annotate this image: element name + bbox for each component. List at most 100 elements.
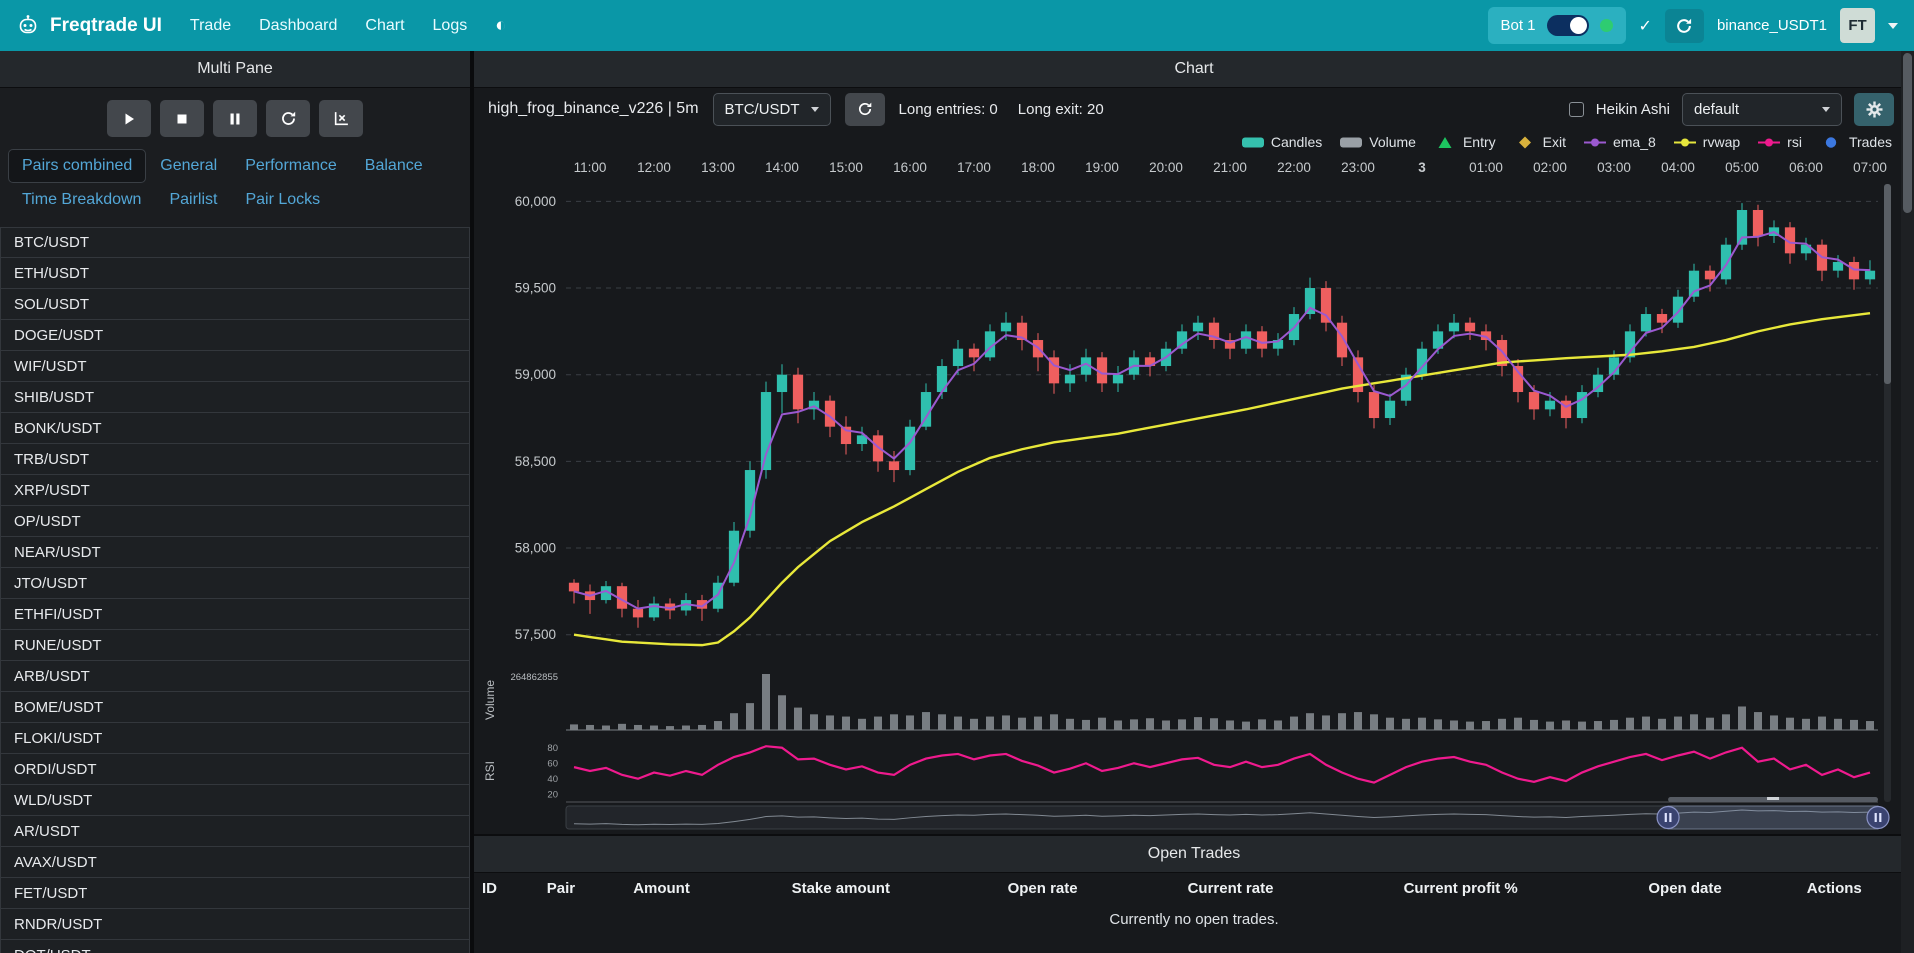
- pair-row[interactable]: ETH/USDT: [0, 258, 470, 289]
- pair-row[interactable]: ORDI/USDT: [0, 754, 470, 785]
- tab-pairlist[interactable]: Pairlist: [155, 183, 231, 217]
- long-exit-count: Long exit: 20: [1018, 101, 1104, 118]
- nav-link-chart[interactable]: Chart: [365, 17, 404, 35]
- pair-row[interactable]: SHIB/USDT: [0, 382, 470, 413]
- exit-marker-icon: [1513, 136, 1537, 149]
- svg-text:06:00: 06:00: [1789, 160, 1823, 175]
- pair-row[interactable]: NEAR/USDT: [0, 537, 470, 568]
- pair-row[interactable]: FET/USDT: [0, 878, 470, 909]
- multi-pane-header: Multi Pane: [0, 51, 470, 88]
- pair-row[interactable]: AR/USDT: [0, 816, 470, 847]
- column-open-date: Open date: [1640, 873, 1798, 904]
- nav-link-trade[interactable]: Trade: [190, 17, 231, 35]
- column-actions: Actions: [1799, 873, 1914, 904]
- reload-config-button[interactable]: [266, 100, 310, 137]
- start-bot-button[interactable]: [107, 100, 151, 137]
- legend-label: Trades: [1849, 134, 1892, 150]
- no-trades-message: Currently no open trades.: [474, 904, 1914, 935]
- legend-item-rvwap[interactable]: rvwap: [1673, 134, 1740, 150]
- pair-row[interactable]: TRB/USDT: [0, 444, 470, 475]
- plot-settings-button[interactable]: [1854, 93, 1894, 126]
- legend-item-volume[interactable]: Volume: [1339, 134, 1416, 150]
- chart-scrollbar-thumb[interactable]: [1884, 184, 1891, 384]
- multi-pane-tabs: Pairs combinedGeneralPerformanceBalance T…: [0, 147, 470, 227]
- open-trades-panel: Open Trades IDPairAmountStake amountOpen…: [474, 834, 1914, 953]
- signal-counts: Long entries: 0 Long exit: 20: [899, 101, 1104, 118]
- column-amount: Amount: [625, 873, 783, 904]
- refresh-chart-button[interactable]: [845, 93, 885, 126]
- pair-row[interactable]: AVAX/USDT: [0, 847, 470, 878]
- bot-selector[interactable]: Bot 1: [1488, 7, 1626, 44]
- theme-toggle-icon[interactable]: ◐: [495, 15, 506, 37]
- user-menu-caret-icon[interactable]: [1888, 23, 1898, 29]
- pair-row[interactable]: XRP/USDT: [0, 475, 470, 506]
- legend-item-ema_8[interactable]: ema_8: [1583, 134, 1656, 150]
- pair-select-value: BTC/USDT: [725, 101, 800, 118]
- chart-area[interactable]: 60,00059,50059,00058,50058,00057,50011:0…: [474, 154, 1914, 834]
- refresh-icon: [857, 101, 873, 117]
- tab-pairs-combined[interactable]: Pairs combined: [8, 149, 146, 183]
- legend-item-exit[interactable]: Exit: [1513, 134, 1566, 150]
- pair-row[interactable]: BONK/USDT: [0, 413, 470, 444]
- chart-toolbar-right: Heikin Ashi default: [1569, 93, 1900, 126]
- column-stake-amount: Stake amount: [784, 873, 1000, 904]
- window-scrollbar-thumb[interactable]: [1903, 53, 1912, 213]
- pair-row[interactable]: ARB/USDT: [0, 661, 470, 692]
- tab-time-breakdown[interactable]: Time Breakdown: [8, 183, 155, 217]
- pair-row[interactable]: RUNE/USDT: [0, 630, 470, 661]
- entry-marker-icon: [1433, 136, 1457, 149]
- heikin-ashi-checkbox[interactable]: [1569, 102, 1584, 117]
- svg-text:18:00: 18:00: [1021, 160, 1055, 175]
- pair-select[interactable]: BTC/USDT: [713, 93, 831, 126]
- tab-pair-locks[interactable]: Pair Locks: [231, 183, 334, 217]
- loop-icon: [280, 110, 297, 127]
- reload-bot-button[interactable]: [1665, 9, 1704, 43]
- navigator-handle-left[interactable]: [1657, 807, 1679, 829]
- nav-link-dashboard[interactable]: Dashboard: [259, 17, 337, 35]
- plot-config-select-value: default: [1694, 101, 1739, 118]
- legend-item-entry[interactable]: Entry: [1433, 134, 1496, 150]
- legend-label: rvwap: [1703, 134, 1740, 150]
- svg-text:264862855: 264862855: [510, 672, 558, 683]
- legend-item-candles[interactable]: Candles: [1241, 134, 1322, 150]
- bot-running-toggle[interactable]: [1547, 15, 1589, 36]
- forceexit-button[interactable]: [319, 100, 363, 137]
- plot-config-select[interactable]: default: [1682, 93, 1842, 126]
- chart-column: Chart high_frog_binance_v226 | 5m BTC/US…: [474, 51, 1914, 953]
- pair-row[interactable]: WIF/USDT: [0, 351, 470, 382]
- pair-row[interactable]: SOL/USDT: [0, 289, 470, 320]
- nav-link-logs[interactable]: Logs: [433, 17, 468, 35]
- tab-performance[interactable]: Performance: [231, 149, 351, 183]
- pair-row[interactable]: WLD/USDT: [0, 785, 470, 816]
- stop-bot-button[interactable]: [160, 100, 204, 137]
- user-avatar[interactable]: FT: [1840, 8, 1875, 43]
- pair-row[interactable]: JTO/USDT: [0, 568, 470, 599]
- svg-text:80: 80: [547, 743, 558, 754]
- pair-row[interactable]: RNDR/USDT: [0, 909, 470, 940]
- tab-balance[interactable]: Balance: [351, 149, 437, 183]
- navbar: Freqtrade UI TradeDashboardChartLogs ◐ B…: [0, 0, 1914, 51]
- window-scrollbar[interactable]: [1901, 51, 1914, 953]
- legend-label: Exit: [1543, 134, 1566, 150]
- pair-row[interactable]: FLOKI/USDT: [0, 723, 470, 754]
- svg-text:Volume: Volume: [483, 680, 497, 720]
- pair-row[interactable]: BTC/USDT: [0, 227, 470, 258]
- pair-row[interactable]: DOGE/USDT: [0, 320, 470, 351]
- legend-item-trades[interactable]: Trades: [1819, 134, 1892, 150]
- pause-bot-button[interactable]: [213, 100, 257, 137]
- price-chart[interactable]: 60,00059,50059,00058,50058,00057,50011:0…: [474, 154, 1895, 834]
- legend-item-rsi[interactable]: rsi: [1757, 134, 1802, 150]
- pause-icon: [227, 111, 243, 127]
- pair-row[interactable]: DOT/USDT: [0, 940, 470, 953]
- candles-series: [569, 203, 1875, 628]
- svg-text:17:00: 17:00: [957, 160, 991, 175]
- chart-legend: Candles Volume Entry Exit ema_8 rvwap rsi Trade…: [474, 130, 1914, 154]
- pair-row[interactable]: ETHFI/USDT: [0, 599, 470, 630]
- pair-row[interactable]: BOME/USDT: [0, 692, 470, 723]
- svg-text:59,500: 59,500: [515, 281, 556, 296]
- freqtrade-logo-icon: [16, 14, 40, 38]
- tab-general[interactable]: General: [146, 149, 231, 183]
- column-open-rate: Open rate: [1000, 873, 1180, 904]
- navigator-handle-right[interactable]: [1867, 807, 1889, 829]
- pair-row[interactable]: OP/USDT: [0, 506, 470, 537]
